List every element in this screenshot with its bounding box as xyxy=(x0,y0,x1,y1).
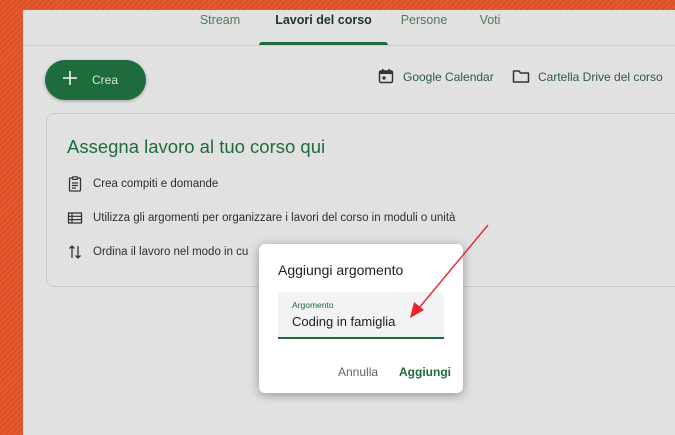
create-button[interactable]: Crea xyxy=(45,60,146,100)
folder-icon xyxy=(512,70,530,83)
drive-folder-label: Cartella Drive del corso xyxy=(538,70,663,84)
empty-state-title: Assegna lavoro al tuo corso qui xyxy=(67,136,326,157)
dialog-title: Aggiungi argomento xyxy=(278,262,404,278)
class-tabs-bar: Stream Lavori del corso Persone Voti xyxy=(23,10,675,46)
topic-field-label: Argomento xyxy=(292,300,334,310)
google-calendar-label: Google Calendar xyxy=(403,70,494,84)
empty-state-row-text: Utilizza gli argomenti per organizzare i… xyxy=(93,212,456,224)
add-button[interactable]: Aggiungi xyxy=(399,365,451,379)
empty-state-row-text: Ordina il lavoro nel modo in cu xyxy=(93,246,249,258)
tab-people[interactable]: Persone xyxy=(388,12,460,45)
empty-state-row-text: Crea compiti e domande xyxy=(93,178,219,190)
tab-stream[interactable]: Stream xyxy=(183,12,257,45)
drive-folder-link[interactable]: Cartella Drive del corso xyxy=(512,68,672,86)
add-topic-dialog: Aggiungi argomento Argomento Coding in f… xyxy=(259,244,463,393)
reorder-icon xyxy=(69,245,81,259)
tab-classwork[interactable]: Lavori del corso xyxy=(259,12,388,45)
assignment-icon xyxy=(68,176,82,192)
google-calendar-link[interactable]: Google Calendar xyxy=(378,68,503,86)
tab-grades[interactable]: Voti xyxy=(460,12,520,45)
topic-field-value[interactable]: Coding in famiglia xyxy=(292,314,395,329)
topic-name-field[interactable]: Argomento Coding in famiglia xyxy=(278,292,444,339)
topic-list-icon xyxy=(67,212,83,224)
cancel-button[interactable]: Annulla xyxy=(338,365,378,379)
create-button-label: Crea xyxy=(92,73,119,87)
active-tab-indicator xyxy=(259,42,388,45)
calendar-icon xyxy=(378,69,394,84)
plus-icon xyxy=(63,71,77,85)
